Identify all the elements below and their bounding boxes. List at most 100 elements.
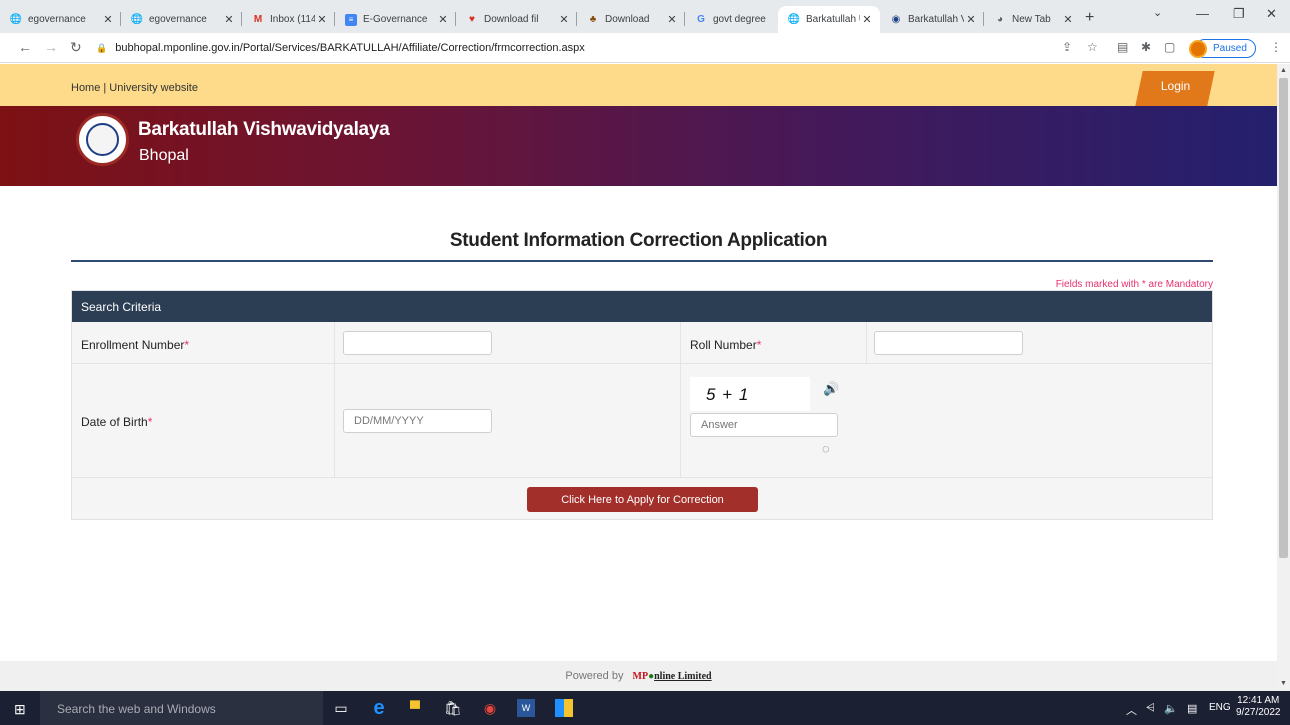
tab-title: Download — [605, 14, 650, 25]
scrollbar-thumb[interactable] — [1279, 78, 1288, 558]
address-bar[interactable]: 🔒 bubhopal.mponline.gov.in/Portal/Servic… — [96, 38, 1086, 58]
windows-start-icon[interactable]: ⊞ — [14, 701, 26, 718]
word-icon[interactable]: W — [517, 699, 535, 717]
apply-correction-button[interactable]: Click Here to Apply for Correction — [527, 487, 758, 512]
profile-status-text: Paused — [1213, 43, 1247, 54]
browser-menu-icon[interactable]: ⋮ — [1270, 40, 1282, 54]
mponline-logo: MP●nline Limited — [632, 671, 712, 682]
task-view-icon[interactable]: ▭ — [332, 699, 350, 717]
chrome-icon: ◕ — [996, 14, 1004, 25]
university-banner: Barkatullah Vishwavidyalaya Bhopal — [0, 106, 1277, 186]
browser-tab[interactable]: ◉ Barkatullah V ✕ — [880, 6, 984, 33]
panel-header: Search Criteria — [72, 291, 1212, 322]
browser-tab-strip: 🌐 egovernance ✕ 🌐 egovernance ✕ M Inbox … — [0, 0, 1290, 33]
lock-icon: 🔒 — [96, 42, 108, 53]
captcha-answer-input[interactable] — [690, 413, 838, 437]
clock-date: 9/27/2022 — [1236, 707, 1281, 718]
close-icon[interactable]: ✕ — [315, 13, 329, 26]
enrollment-number-input[interactable] — [343, 331, 492, 355]
scroll-down-arrow-icon[interactable]: ▼ — [1280, 680, 1287, 687]
tab-title: Barkatullah V — [908, 14, 964, 25]
restore-icon[interactable]: ❐ — [1233, 6, 1245, 22]
share-icon[interactable]: ⇪ — [1062, 40, 1072, 54]
bookmark-star-icon[interactable]: ☆ — [1087, 40, 1098, 54]
edge-browser-icon[interactable]: e — [370, 697, 388, 719]
speaker-audio-icon[interactable]: 🔊 — [823, 381, 839, 397]
university-city: Bhopal — [139, 147, 189, 164]
reload-icon[interactable]: ↻ — [70, 39, 82, 56]
network-icon[interactable]: ⩤ — [1146, 702, 1155, 715]
close-icon[interactable]: ✕ — [557, 13, 571, 26]
close-icon[interactable]: ✕ — [436, 13, 450, 26]
globe-icon: 🌐 — [9, 14, 23, 25]
close-icon[interactable]: ✕ — [1061, 13, 1075, 26]
taskbar-clock[interactable]: 12:41 AM 9/27/2022 — [1236, 695, 1281, 719]
minimize-icon[interactable]: — — [1196, 6, 1209, 21]
tab-title: egovernance — [28, 14, 86, 25]
gmail-icon: M — [253, 14, 263, 25]
language-indicator[interactable]: ENG — [1209, 702, 1231, 713]
browser-tab-active[interactable]: 🌐 Barkatullah U ✕ — [778, 6, 880, 33]
browser-tab[interactable]: ♥ Download fil ✕ — [456, 6, 577, 33]
browser-tab[interactable]: 🌐 egovernance ✕ — [121, 6, 242, 33]
page-footer: Powered by MP●nline Limited — [0, 661, 1277, 691]
tab-title: Inbox (114) — [270, 14, 315, 25]
page-scrollbar[interactable]: ▲ ▼ — [1277, 64, 1290, 691]
volume-icon[interactable]: 🔈 — [1164, 702, 1178, 715]
taskbar-search-box[interactable]: Search the web and Windows — [40, 691, 323, 725]
profile-avatar-icon[interactable] — [1189, 40, 1207, 58]
university-icon: ◉ — [891, 14, 901, 25]
chrome-taskbar-icon[interactable]: ◉ — [481, 699, 499, 717]
tab-title: E-Governance — [363, 14, 428, 25]
store-icon[interactable]: 🛍 — [444, 699, 462, 717]
refresh-captcha-icon[interactable]: ◌ — [822, 441, 830, 456]
extensions-puzzle-icon[interactable]: ✱ — [1141, 40, 1151, 54]
date-of-birth-label: Date of Birth* — [81, 415, 153, 429]
powered-by-text: Powered by — [565, 670, 624, 682]
scroll-up-arrow-icon[interactable]: ▲ — [1280, 67, 1287, 74]
page-title: Student Information Correction Applicati… — [449, 230, 828, 251]
new-tab-plus-icon[interactable]: + — [1085, 9, 1094, 27]
date-of-birth-input[interactable] — [343, 409, 492, 433]
close-icon[interactable]: ✕ — [860, 13, 874, 26]
side-panel-icon[interactable]: ▢ — [1164, 40, 1175, 54]
heart-icon: ♥ — [469, 14, 475, 25]
close-icon[interactable]: ✕ — [101, 13, 115, 26]
notifications-icon[interactable]: ▤ — [1187, 702, 1197, 715]
tray-chevron-icon[interactable]: ︿ — [1126, 702, 1137, 718]
roll-number-label: Roll Number* — [690, 338, 762, 352]
forward-arrow-icon[interactable]: → — [44, 39, 58, 55]
tab-title: govt degree — [713, 14, 766, 25]
tab-title: egovernance — [149, 14, 207, 25]
tab-title: New Tab — [1012, 14, 1051, 25]
top-links[interactable]: Home | University website — [71, 82, 198, 94]
browser-tab[interactable]: ◕ New Tab ✕ — [984, 6, 1081, 33]
media-icon[interactable]: ▤ — [1117, 40, 1128, 54]
file-explorer-icon[interactable]: ▀ — [406, 699, 424, 717]
globe-icon: 🌐 — [130, 14, 144, 25]
enrollment-number-label: Enrollment Number* — [81, 338, 190, 352]
search-criteria-panel: Search Criteria Enrollment Number* Roll … — [71, 290, 1213, 520]
clock-time: 12:41 AM — [1237, 695, 1280, 706]
login-label: Login — [1160, 79, 1191, 93]
window-close-icon[interactable]: ✕ — [1266, 6, 1277, 22]
tab-title: Download fil — [484, 14, 539, 25]
close-icon[interactable]: ✕ — [665, 13, 679, 26]
taskbar-app-icon[interactable] — [555, 699, 573, 717]
tab-search-chevron-icon[interactable]: ⌄ — [1153, 6, 1162, 19]
browser-tab[interactable]: 🌐 egovernance ✕ — [0, 6, 121, 33]
close-icon[interactable]: ✕ — [964, 13, 978, 26]
browser-tab[interactable]: ≡ E-Governance ✕ — [335, 6, 456, 33]
tab-title: Barkatullah U — [806, 14, 860, 25]
close-icon[interactable]: ✕ — [222, 13, 236, 26]
back-arrow-icon[interactable]: ← — [18, 39, 32, 55]
browser-tab[interactable]: M Inbox (114) ✕ — [242, 6, 335, 33]
university-logo — [76, 113, 129, 166]
page-viewport: Home | University website Login Barkatul… — [0, 64, 1277, 691]
login-button[interactable]: Login — [1135, 71, 1215, 106]
browser-tab[interactable]: ♣ Download ✕ — [577, 6, 685, 33]
url-text: bubhopal.mponline.gov.in/Portal/Services… — [115, 42, 585, 54]
roll-number-input[interactable] — [874, 331, 1023, 355]
top-link-bar: Home | University website Login — [0, 64, 1277, 106]
download-site-icon: ♣ — [589, 14, 597, 25]
